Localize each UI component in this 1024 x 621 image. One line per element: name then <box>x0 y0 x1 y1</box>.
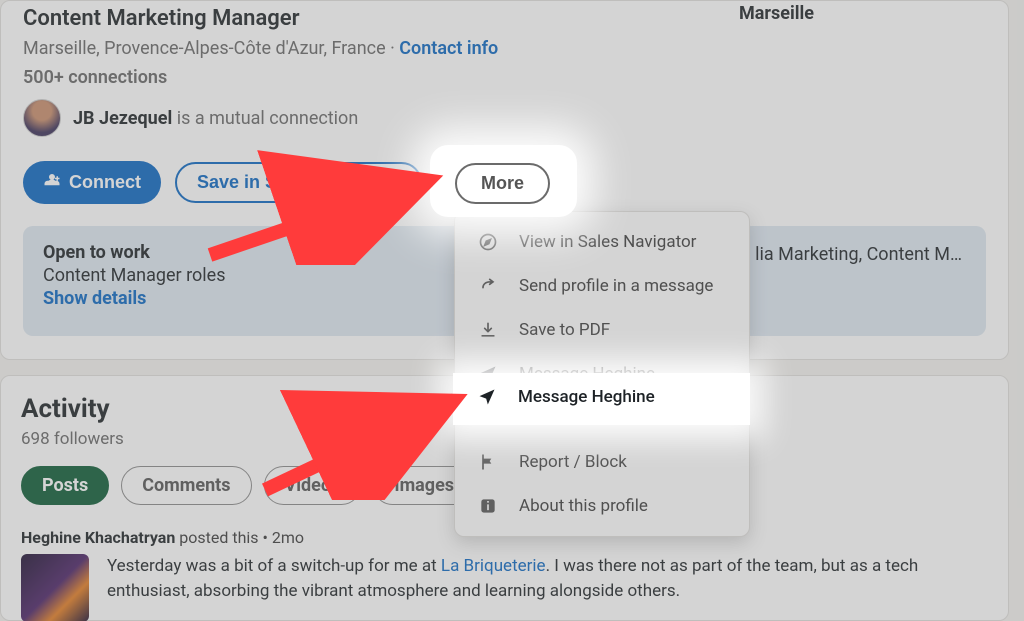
post-row[interactable]: Yesterday was a bit of a switch-up for m… <box>21 554 988 621</box>
mutual-suffix: is a mutual connection <box>177 108 359 129</box>
activity-tabs: Posts Comments Videos Images <box>21 466 475 505</box>
menu-about-profile[interactable]: About this profile <box>455 484 749 528</box>
location-line: Marseille, Provence-Alpes-Côte d'Azur, F… <box>23 38 498 59</box>
compass-icon <box>475 232 501 252</box>
post-text: Yesterday was a bit of a switch-up for m… <box>107 554 988 621</box>
save-navigator-button[interactable]: Save in Sales Navigator <box>175 162 422 203</box>
more-button[interactable]: More <box>455 163 550 204</box>
mutual-name: JB Jezequel <box>73 108 172 129</box>
org-location: Marseille <box>739 3 814 24</box>
paper-plane-icon <box>474 387 500 407</box>
post-author[interactable]: Heghine Khachatryan <box>21 528 175 547</box>
tab-comments[interactable]: Comments <box>121 466 251 505</box>
mutual-connection-row[interactable]: JB Jezequel is a mutual connection <box>23 99 358 137</box>
post-sep: • <box>263 528 268 547</box>
post-mention[interactable]: La Briqueterie <box>441 556 546 576</box>
connect-icon <box>43 171 61 194</box>
connect-label: Connect <box>69 172 141 193</box>
avatar <box>23 99 61 137</box>
more-button-highlighted: More <box>455 163 550 204</box>
menu-label: Save to PDF <box>519 320 610 340</box>
info-icon <box>475 496 501 516</box>
post-verb: posted this <box>179 528 258 547</box>
menu-message-highlighted: Message Heghine <box>454 373 748 421</box>
tab-posts[interactable]: Posts <box>21 466 109 505</box>
activity-title: Activity <box>21 394 110 424</box>
post-thumbnail <box>21 554 89 621</box>
menu-message[interactable]: Message Heghine <box>454 373 748 421</box>
post-meta: Heghine Khachatryan posted this • 2mo <box>21 528 304 547</box>
menu-label: View in Sales Navigator <box>519 232 696 252</box>
mutual-text: JB Jezequel is a mutual connection <box>73 108 358 129</box>
menu-label: About this profile <box>519 496 648 516</box>
connect-button[interactable]: Connect <box>23 161 161 204</box>
otw-extra-text: lia Marketing, Content M… <box>755 244 962 265</box>
menu-label: Report / Block <box>519 452 627 472</box>
menu-send-profile[interactable]: Send profile in a message <box>455 264 749 308</box>
job-title: Content Marketing Manager <box>23 6 300 31</box>
menu-view-sales-navigator[interactable]: View in Sales Navigator <box>455 220 749 264</box>
connections-count[interactable]: 500+ connections <box>23 67 167 88</box>
location-text: Marseille, Provence-Alpes-Côte d'Azur, F… <box>23 38 386 59</box>
menu-save-pdf[interactable]: Save to PDF <box>455 308 749 352</box>
contact-info-link[interactable]: Contact info <box>399 38 498 59</box>
menu-label: Message Heghine <box>518 387 655 407</box>
post-pre: Yesterday was a bit of a switch-up for m… <box>107 556 441 576</box>
download-icon <box>475 320 501 340</box>
flag-icon <box>475 452 501 472</box>
separator: · <box>390 38 395 59</box>
menu-label: Send profile in a message <box>519 276 713 296</box>
followers-count[interactable]: 698 followers <box>21 429 124 449</box>
post-age: 2mo <box>272 528 304 547</box>
tab-videos[interactable]: Videos <box>264 466 362 505</box>
share-arrow-icon <box>475 276 501 296</box>
menu-report-block[interactable]: Report / Block <box>455 440 749 484</box>
